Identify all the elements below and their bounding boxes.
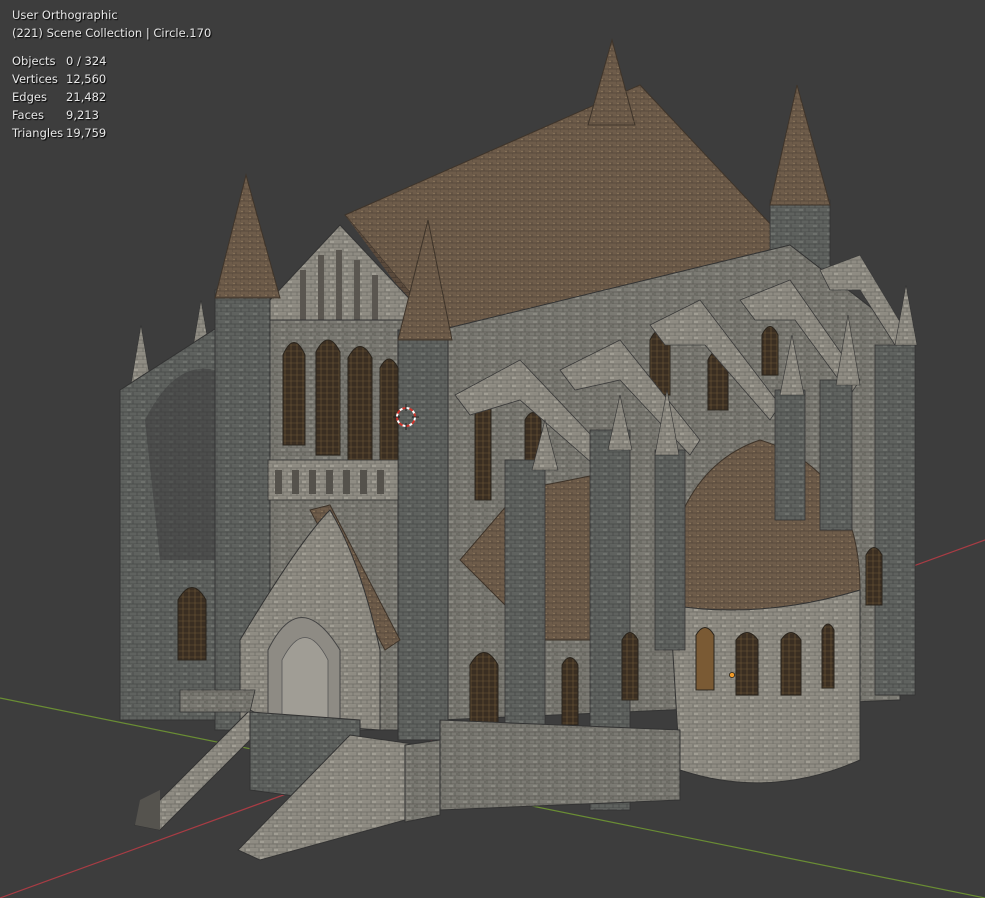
collection-line: (221) Scene Collection | Circle.170 [12, 26, 212, 40]
left-ramp-side [135, 790, 160, 830]
stat-label-faces: Faces [12, 108, 44, 122]
top-spire [587, 38, 636, 126]
portal-inner [281, 637, 329, 721]
back-right-spire [769, 84, 831, 206]
left-tower-spire [214, 173, 281, 299]
stat-value-edges: 21,482 [66, 90, 107, 104]
stat-label-vertices: Vertices [12, 72, 58, 86]
stat-label-edges: Edges [12, 90, 47, 104]
stat-value-triangles: 19,759 [66, 126, 107, 140]
view-name: User Orthographic [12, 8, 118, 22]
stat-value-objects: 0 / 324 [66, 54, 107, 68]
viewport-text-overlay: User Orthographic (221) Scene Collection… [12, 6, 211, 142]
right-ramp-wall [404, 739, 441, 823]
right-tower [397, 329, 449, 741]
left-window [177, 587, 207, 661]
object-origin-icon[interactable] [729, 672, 735, 678]
stat-label-objects: Objects [12, 54, 56, 68]
stat-value-vertices: 12,560 [66, 72, 107, 86]
stat-label-triangles: Triangles [12, 126, 64, 140]
statistics-panel: Objects 0 / 324 Vertices 12,560 Edges 21… [12, 52, 211, 142]
platform [179, 689, 256, 713]
stat-value-faces: 9,213 [66, 108, 99, 122]
base-plinth [439, 719, 681, 811]
3d-viewport[interactable]: User Orthographic (221) Scene Collection… [0, 0, 985, 898]
